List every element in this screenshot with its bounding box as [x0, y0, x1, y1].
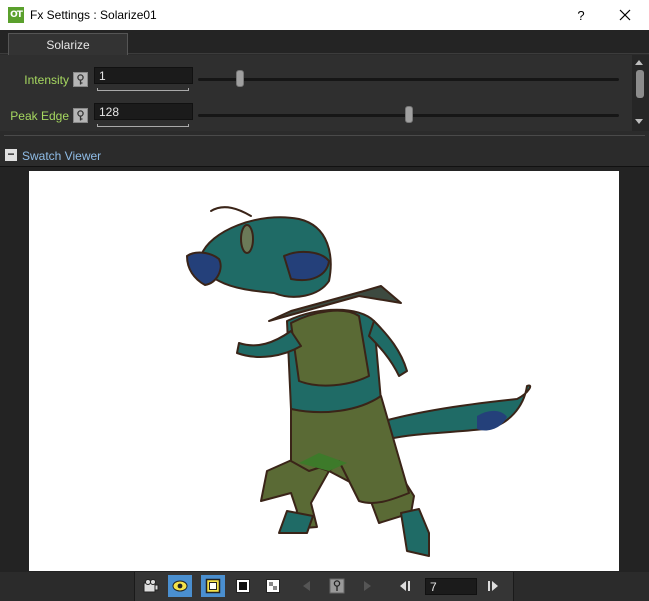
next-key-button[interactable]: [355, 575, 379, 597]
swatch-viewer-header: − Swatch Viewer: [0, 145, 649, 165]
black-bg-icon: [236, 579, 250, 593]
next-frame-icon: [488, 581, 498, 591]
title-bar: OT Fx Settings : Solarize01 ?: [0, 0, 649, 30]
checker-background-button[interactable]: [261, 575, 285, 597]
character-preview-image: [186, 206, 532, 557]
tab-solarize[interactable]: Solarize: [8, 33, 128, 55]
intensity-input[interactable]: 1: [94, 67, 193, 84]
white-bg-icon: [205, 578, 221, 594]
intensity-field-scrubber[interactable]: [97, 88, 189, 91]
viewer-toolbar: 7: [0, 572, 649, 601]
intensity-slider-track[interactable]: [198, 78, 619, 81]
camera-toggle-button[interactable]: [139, 575, 163, 597]
prev-key-icon: [303, 581, 310, 591]
camera-icon: [143, 579, 159, 593]
keyframe-toggle-peak-edge[interactable]: [73, 108, 88, 123]
prev-frame-button[interactable]: [393, 575, 417, 597]
swatch-collapse-button[interactable]: −: [5, 148, 17, 161]
param-row-peak-edge: Peak Edge 128: [0, 103, 632, 129]
scroll-down-icon[interactable]: [635, 119, 643, 124]
eye-icon: [172, 580, 188, 592]
fx-parameters-panel: Intensity 1 Peak Edge 128: [0, 55, 632, 131]
key-icon: [77, 110, 84, 121]
keyframe-toggle-intensity[interactable]: [73, 72, 88, 87]
scroll-thumb[interactable]: [636, 70, 644, 98]
window-title: Fx Settings : Solarize01: [30, 8, 157, 22]
black-background-button[interactable]: [231, 575, 255, 597]
preview-canvas[interactable]: [29, 171, 619, 571]
params-scrollbar[interactable]: [632, 55, 649, 131]
opentoonz-logo-icon: OT: [8, 7, 24, 23]
intensity-slider-handle[interactable]: [236, 70, 245, 87]
set-key-button[interactable]: [325, 575, 349, 597]
prev-frame-icon: [400, 581, 410, 591]
key-icon: [77, 74, 84, 85]
key-icon: [329, 578, 345, 594]
divider: [4, 135, 645, 136]
next-frame-button[interactable]: [481, 575, 505, 597]
prev-key-button[interactable]: [295, 575, 319, 597]
close-icon: [619, 9, 631, 21]
fx-settings-window: OT Fx Settings : Solarize01 ? Solarize I…: [0, 0, 649, 601]
intensity-label: Intensity: [24, 73, 69, 87]
peak-edge-slider-handle[interactable]: [404, 106, 413, 123]
peak-edge-input[interactable]: 128: [94, 103, 193, 120]
tab-bar: Solarize: [0, 30, 649, 55]
frame-input[interactable]: 7: [425, 578, 477, 595]
help-button[interactable]: ?: [568, 0, 594, 30]
close-button[interactable]: [608, 0, 642, 30]
next-key-icon: [364, 581, 371, 591]
swatch-viewer-label[interactable]: Swatch Viewer: [22, 149, 101, 163]
viewer-tools: 7: [134, 572, 514, 601]
white-background-button[interactable]: [201, 575, 225, 597]
peak-edge-label: Peak Edge: [10, 109, 69, 123]
swatch-viewer: [0, 166, 649, 572]
peak-edge-field-scrubber[interactable]: [97, 124, 189, 127]
param-row-intensity: Intensity 1: [0, 67, 632, 93]
scroll-up-icon[interactable]: [635, 60, 643, 65]
preview-toggle-button[interactable]: [168, 575, 192, 597]
checker-bg-icon: [266, 579, 280, 593]
